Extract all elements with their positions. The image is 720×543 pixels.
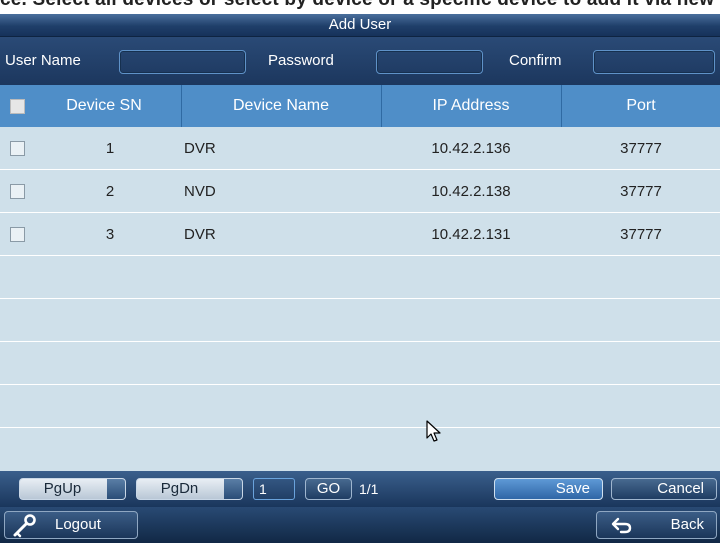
logout-button[interactable]: Logout [4,511,138,539]
device-sn-cell: 2 [105,183,115,200]
column-header-device-name: Device Name [232,97,330,114]
return-arrow-icon [611,517,632,534]
ip-address-cell: 10.42.2.138 [431,183,511,200]
empty-table-row [0,256,720,299]
page-up-button[interactable]: PgUp [19,478,126,500]
button-grip [107,479,125,499]
table-row[interactable]: 1 DVR 10.42.2.136 37777 [0,127,720,170]
empty-table-row [0,428,720,471]
page-number-input[interactable] [253,478,295,500]
device-table-header: Device SN Device Name IP Address Port [0,85,720,127]
pagination-bar: PgUp PgDn GO 1/1 Save Cancel [0,471,720,507]
column-header-ip-address: IP Address [432,97,510,114]
port-cell: 37777 [620,226,662,243]
key-icon [13,514,36,538]
table-row[interactable]: 3 DVR 10.42.2.131 37777 [0,213,720,256]
column-header-port: Port [626,97,656,114]
button-grip [224,479,242,499]
mouse-pointer-icon [426,420,441,442]
empty-table-row [0,299,720,342]
device-table-body: 1 DVR 10.42.2.136 37777 2 NVD 10.42.2.13… [0,127,720,471]
row-checkbox[interactable] [10,141,25,156]
add-user-dialog: Add User User Name Password Confirm Devi… [0,14,720,543]
empty-table-row [0,342,720,385]
logout-label: Logout [55,516,101,533]
port-cell: 37777 [620,140,662,157]
ip-address-cell: 10.42.2.131 [431,226,511,243]
row-checkbox[interactable] [10,227,25,242]
back-label: Back [670,516,704,533]
device-name-cell: NVD [184,183,216,200]
go-button[interactable]: GO [305,478,352,500]
back-button[interactable]: Back [596,511,717,539]
save-button[interactable]: Save [494,478,603,500]
confirm-label: Confirm [509,52,562,69]
confirm-password-input[interactable] [593,50,715,74]
table-row[interactable]: 2 NVD 10.42.2.138 37777 [0,170,720,213]
device-sn-cell: 3 [105,226,115,243]
device-sn-cell: 1 [105,140,115,157]
page-up-label: PgUp [43,480,82,497]
select-all-checkbox[interactable] [10,99,25,114]
page-down-button[interactable]: PgDn [136,478,243,500]
ip-address-cell: 10.42.2.136 [431,140,511,157]
page-down-label: PgDn [160,480,199,497]
password-label: Password [268,52,334,69]
background-caption-strip: ce. Select all devices or select by devi… [0,0,720,14]
user-form: User Name Password Confirm [0,37,720,85]
username-label: User Name [5,52,81,69]
page-count: 1/1 [359,481,379,497]
footer-bar: Logout Back [0,507,720,543]
column-header-device-sn: Device SN [66,97,142,114]
device-name-cell: DVR [184,226,216,243]
dialog-title: Add User [0,14,720,37]
cancel-button[interactable]: Cancel [611,478,717,500]
empty-table-row [0,385,720,428]
password-input[interactable] [376,50,483,74]
port-cell: 37777 [620,183,662,200]
background-caption: ce. Select all devices or select by devi… [0,0,720,11]
username-input[interactable] [119,50,246,74]
row-checkbox[interactable] [10,184,25,199]
device-name-cell: DVR [184,140,216,157]
